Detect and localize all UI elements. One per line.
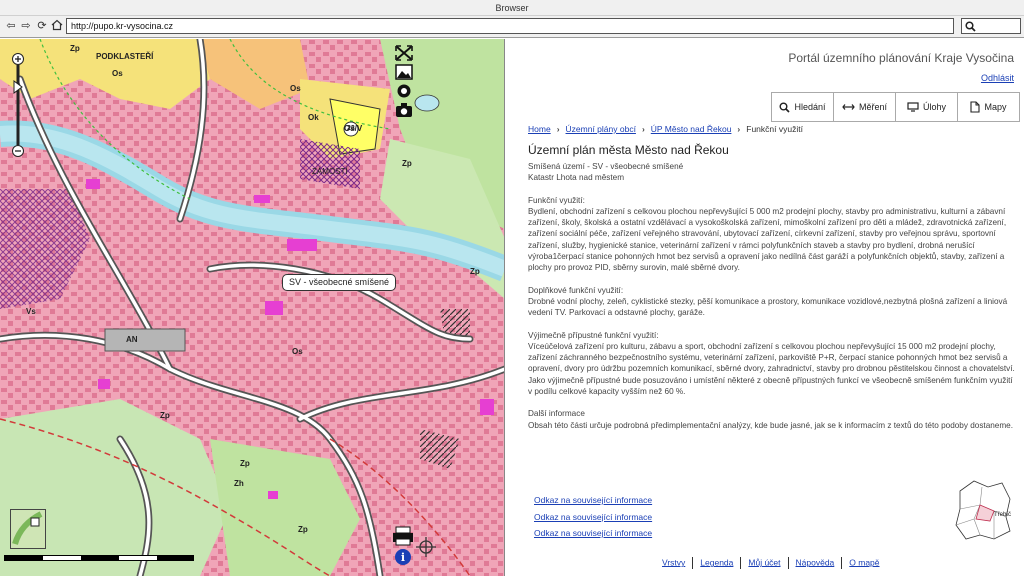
map-drawing	[0, 39, 504, 576]
overview-map-thumbnail[interactable]	[10, 509, 46, 549]
map-label: Zp	[160, 411, 170, 420]
map-circle-label: 23	[347, 125, 355, 132]
map-feature-tooltip: SV - všeobecné smíšené	[282, 274, 397, 291]
info-icon[interactable]: i	[395, 549, 411, 565]
section-text: Jako výjimečně přípustné bude posuzováno…	[528, 375, 1013, 397]
section-heading: Doplňkové funkční využití:	[528, 285, 624, 295]
footer-nav: Vrstvy Legenda Můj účet Nápověda O mapě	[662, 557, 880, 569]
map-tools	[395, 45, 415, 125]
map-label: Os	[112, 69, 123, 78]
address-bar[interactable]: http://pupo.kr-vysocina.cz	[66, 18, 954, 34]
map-label: Zp	[298, 525, 308, 534]
logout-link[interactable]: Odhlásit	[981, 73, 1014, 83]
map-canvas[interactable]: PODKLASTEŘÍ Os Os Zp Ok Os/V ZÁMOSTÍ Zp …	[0, 39, 505, 576]
footer-legend-link[interactable]: Legenda	[700, 557, 733, 567]
region-label: Třebíč	[994, 512, 1011, 518]
chevron-right-icon: ›	[641, 124, 645, 134]
breadcrumb-home[interactable]: Home	[528, 124, 551, 134]
chevron-right-icon: ›	[556, 124, 560, 134]
camera-icon[interactable]	[395, 102, 413, 118]
location-target-icon[interactable]	[395, 83, 413, 99]
map-label: Vs	[26, 307, 36, 316]
map-label: Zp	[402, 159, 412, 168]
image-icon[interactable]	[395, 64, 413, 80]
home-icon[interactable]	[50, 19, 64, 33]
tab-search[interactable]: Hledání	[771, 92, 834, 122]
tab-label: Měření	[858, 102, 887, 112]
section-text: Obsah této části určuje podrobná předimp…	[528, 420, 1014, 430]
zoom-slider[interactable]	[10, 53, 26, 165]
section-heading: Výjimečně přípustné funkční využití:	[528, 330, 659, 340]
region-locator-map: Třebíč	[955, 480, 1011, 540]
breadcrumb: Home › Územní plány obcí › ÚP Město nad Řeko…	[528, 124, 803, 134]
tab-tasks[interactable]: Úlohy	[895, 92, 958, 122]
crosshair-icon[interactable]	[416, 537, 436, 557]
map-label: Os	[290, 84, 301, 93]
portal-title: Portál územního plánování Kraje Vysočina	[788, 51, 1014, 65]
tab-measure[interactable]: Měření	[833, 92, 896, 122]
section-text: Drobné vodní plochy, zeleň, cyklistické …	[528, 296, 1008, 318]
tab-label: Hledání	[794, 102, 826, 112]
map-label: Os	[292, 347, 303, 356]
footer-about-link[interactable]: O mapě	[849, 557, 879, 567]
page-title: Územní plán města Město nad Řekou	[528, 143, 729, 157]
section-text: Víceúčelová zařízení pro kulturu, zábavu…	[528, 341, 1015, 374]
breadcrumb-plan[interactable]: ÚP Město nad Řekou	[651, 124, 732, 134]
fullscreen-icon[interactable]	[395, 45, 413, 61]
related-link[interactable]: Odkaz na související informace	[534, 509, 834, 526]
section-heading: Funkční využití:	[528, 195, 585, 205]
search-icon	[965, 21, 976, 32]
map-label: AN	[126, 335, 138, 344]
svg-text:i: i	[401, 551, 405, 564]
footer-help-link[interactable]: Nápověda	[796, 557, 835, 567]
monitor-icon	[907, 102, 919, 112]
map-label: Zp	[70, 44, 80, 53]
browser-search-box[interactable]	[961, 18, 1021, 34]
map-label: Zp	[240, 459, 250, 468]
map-label: Zh	[234, 479, 244, 488]
measure-icon	[842, 104, 855, 110]
info-panel: Portál územního plánování Kraje Vysočina…	[506, 39, 1024, 576]
related-link[interactable]: Odkaz na související informace	[534, 492, 834, 509]
tab-label: Úlohy	[922, 102, 946, 112]
map-bottom-tools: i	[393, 526, 436, 565]
footer-account-link[interactable]: Můj účet	[748, 557, 780, 567]
window-title: Browser	[0, 0, 1024, 16]
section-text: Bydlení, obchodní zařízení s celkovou pl…	[528, 206, 1007, 273]
map-label: Ok	[308, 113, 319, 122]
print-icon[interactable]	[393, 526, 413, 546]
map-label: Zp	[470, 267, 480, 276]
map-label: ZÁMOSTÍ	[312, 167, 348, 176]
document-icon	[970, 101, 981, 113]
breadcrumb-current: Funkční využití	[746, 124, 803, 134]
chevron-right-icon: ›	[737, 124, 741, 134]
panel-tabs: Hledání Měření Úlohy Mapy	[771, 92, 1020, 122]
forward-arrow-icon[interactable]: ⇨	[19, 19, 33, 33]
related-links: Odkaz na související informace Odkaz na …	[534, 492, 834, 542]
reload-icon[interactable]: ⟳	[35, 19, 49, 33]
cadastre-name: Katastr Lhota nad městem	[528, 173, 625, 183]
related-link[interactable]: Odkaz na související informace	[534, 525, 834, 542]
map-scale-bar	[4, 555, 194, 561]
zone-subtitle: Smíšená území - SV - všeobecné smíšené	[528, 162, 684, 171]
back-arrow-icon[interactable]: ⇦	[4, 19, 18, 33]
browser-toolbar: ⇦ ⇨ ⟳ http://pupo.kr-vysocina.cz	[0, 16, 1024, 38]
tab-maps[interactable]: Mapy	[957, 92, 1020, 122]
tab-label: Mapy	[984, 102, 1007, 112]
breadcrumb-plans[interactable]: Územní plány obcí	[566, 124, 636, 134]
map-label: PODKLASTEŘÍ	[96, 52, 154, 61]
overview-map-icon	[12, 511, 43, 545]
footer-layers-link[interactable]: Vrstvy	[662, 557, 685, 567]
section-heading: Další informace	[528, 409, 585, 419]
search-icon	[779, 102, 791, 113]
plan-description: Smíšená území - SV - všeobecné smíšené K…	[528, 161, 1016, 431]
